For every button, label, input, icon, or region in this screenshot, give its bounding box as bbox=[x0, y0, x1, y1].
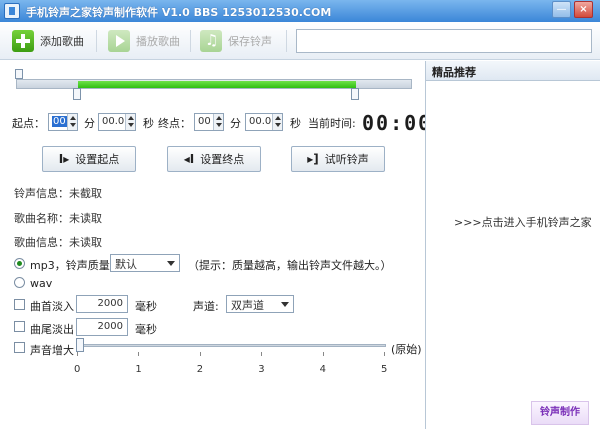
quality-select[interactable]: 默认 bbox=[110, 254, 180, 272]
minimize-button[interactable]: — bbox=[552, 1, 571, 18]
start-label: 起点： bbox=[12, 117, 45, 130]
volume-tick-label: 4 bbox=[319, 364, 326, 375]
start-minute-spinner[interactable]: 00 bbox=[48, 113, 78, 131]
volume-tick bbox=[322, 352, 324, 356]
recommend-sidebar: 精品推荐 >>>点击进入手机铃声之家 铃声制作 bbox=[425, 61, 600, 429]
minute-unit: 分 bbox=[84, 117, 95, 130]
spin-arrows-icon[interactable] bbox=[67, 114, 77, 130]
mp3-label: mp3，铃声质量： bbox=[30, 259, 121, 272]
start-minute-value: 00 bbox=[52, 116, 67, 127]
fade-in-input[interactable]: 2000 bbox=[76, 295, 128, 313]
song-name-info: 歌曲名称：未读取 bbox=[14, 212, 102, 225]
end-second-spinner[interactable]: 00.0 bbox=[245, 113, 283, 131]
wav-radio[interactable] bbox=[14, 277, 25, 288]
volume-tick bbox=[138, 352, 140, 356]
save-ringtone-button[interactable]: 保存铃声 bbox=[200, 28, 272, 54]
window-title: 手机铃声之家铃声制作软件 V1.0 BBS 1253012530.COM bbox=[26, 6, 332, 19]
channel-label: 声道: bbox=[193, 300, 219, 313]
channel-value: 双声道 bbox=[231, 299, 264, 312]
fade-out-unit: 毫秒 bbox=[135, 323, 157, 336]
volume-tick bbox=[261, 352, 263, 356]
set-end-icon: ◂I bbox=[183, 152, 195, 166]
play-icon bbox=[108, 30, 130, 52]
volume-slider-track[interactable] bbox=[76, 344, 386, 347]
preview-icon: ▸] bbox=[307, 152, 319, 166]
spin-arrows-icon[interactable] bbox=[125, 114, 135, 130]
save-ringtone-label: 保存铃声 bbox=[228, 35, 272, 48]
preview-label: 试听铃声 bbox=[324, 153, 369, 166]
ringtone-info: 铃声信息：未截取 bbox=[14, 187, 102, 200]
chevron-down-icon[interactable] bbox=[278, 297, 292, 311]
close-button[interactable]: × bbox=[574, 1, 593, 18]
fade-in-unit: 毫秒 bbox=[135, 300, 157, 313]
ringtone-home-link[interactable]: >>>点击进入手机铃声之家 bbox=[454, 214, 592, 230]
fade-in-label: 曲首淡入 bbox=[30, 300, 74, 313]
volume-tick-label: 0 bbox=[74, 364, 81, 375]
title-bar: 手机铃声之家铃声制作软件 V1.0 BBS 1253012530.COM — × bbox=[0, 0, 600, 22]
quality-hint: （提示：质量越高，输出铃声文件越大。） bbox=[188, 259, 392, 272]
sidebar-header: 精品推荐 bbox=[426, 61, 600, 81]
spin-arrows-icon[interactable] bbox=[272, 114, 282, 130]
fade-out-label: 曲尾淡出 bbox=[30, 323, 74, 336]
quality-value: 默认 bbox=[115, 258, 137, 271]
volume-tick-label: 5 bbox=[381, 364, 388, 375]
add-song-label: 添加歌曲 bbox=[40, 35, 84, 48]
volume-tick bbox=[384, 352, 385, 356]
site-logo[interactable]: 铃声制作 bbox=[531, 401, 589, 425]
position-thumb[interactable] bbox=[15, 69, 23, 79]
wav-label: wav bbox=[30, 277, 53, 290]
set-start-label: 设置起点 bbox=[75, 153, 120, 166]
volume-tick bbox=[77, 352, 78, 356]
volume-boost-label: 声音增大 bbox=[30, 344, 74, 357]
channel-select[interactable]: 双声道 bbox=[226, 295, 294, 313]
selected-range bbox=[78, 81, 356, 88]
minute-unit: 分 bbox=[230, 117, 241, 130]
plus-icon bbox=[12, 30, 34, 52]
app-icon bbox=[4, 3, 20, 19]
end-minute-spinner[interactable]: 00 bbox=[194, 113, 224, 131]
second-unit: 秒 bbox=[143, 117, 154, 130]
start-second-spinner[interactable]: 00.0 bbox=[98, 113, 136, 131]
end-minute-value: 00 bbox=[198, 116, 211, 127]
volume-slider-thumb[interactable] bbox=[76, 338, 84, 352]
add-song-button[interactable]: 添加歌曲 bbox=[12, 28, 84, 54]
volume-boost-checkbox[interactable] bbox=[14, 342, 25, 353]
start-thumb[interactable] bbox=[73, 88, 82, 100]
end-thumb[interactable] bbox=[350, 88, 359, 100]
volume-tick-label: 1 bbox=[135, 364, 142, 375]
play-song-label: 播放歌曲 bbox=[136, 35, 180, 48]
start-second-value: 00.0 bbox=[102, 116, 125, 127]
volume-original-label: (原始) bbox=[391, 343, 422, 356]
volume-tick-label: 3 bbox=[258, 364, 265, 375]
end-label: 终点： bbox=[158, 117, 191, 130]
second-unit: 秒 bbox=[290, 117, 301, 130]
volume-tick-label: 2 bbox=[196, 364, 204, 375]
volume-tick bbox=[199, 352, 201, 356]
toolbar-separator bbox=[286, 30, 287, 52]
mp3-radio[interactable] bbox=[14, 258, 25, 269]
play-song-button[interactable]: 播放歌曲 bbox=[108, 28, 180, 54]
file-path-input[interactable] bbox=[296, 29, 592, 53]
set-start-button[interactable]: I▸ 设置起点 bbox=[42, 146, 136, 172]
toolbar-separator bbox=[96, 30, 97, 52]
current-time-label: 当前时间: bbox=[308, 117, 356, 130]
toolbar-separator bbox=[190, 30, 191, 52]
music-note-icon bbox=[200, 30, 222, 52]
fade-in-checkbox[interactable] bbox=[14, 299, 25, 310]
set-start-icon: I▸ bbox=[58, 152, 70, 166]
spin-arrows-icon[interactable] bbox=[213, 114, 223, 130]
set-end-button[interactable]: ◂I 设置终点 bbox=[167, 146, 261, 172]
end-second-value: 00.0 bbox=[249, 116, 272, 127]
set-end-label: 设置终点 bbox=[200, 153, 245, 166]
fade-out-checkbox[interactable] bbox=[14, 321, 25, 332]
toolbar: 添加歌曲 播放歌曲 保存铃声 bbox=[0, 22, 600, 60]
current-time-display: 00:00 bbox=[362, 111, 433, 135]
preview-button[interactable]: ▸] 试听铃声 bbox=[291, 146, 385, 172]
song-info: 歌曲信息：未读取 bbox=[14, 236, 102, 249]
chevron-down-icon[interactable] bbox=[164, 256, 178, 270]
fade-out-input[interactable]: 2000 bbox=[76, 318, 128, 336]
main-panel: 起点： 00 分 00.0 秒 终点： 00 分 00.0 秒 当前时间: 00… bbox=[0, 61, 430, 429]
